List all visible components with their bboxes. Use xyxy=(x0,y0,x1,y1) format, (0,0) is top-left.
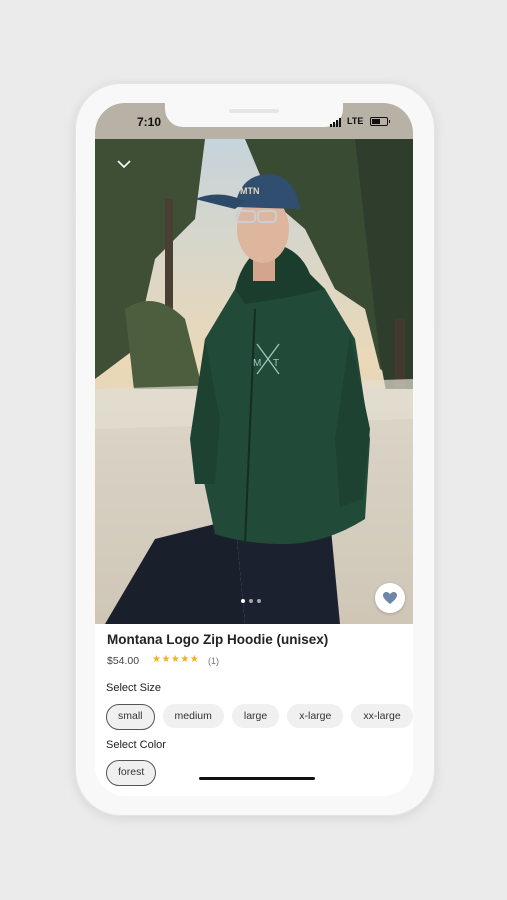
svg-text:MTN: MTN xyxy=(240,186,260,196)
power-button xyxy=(435,248,438,322)
carousel-dot[interactable] xyxy=(249,599,253,603)
size-option-medium[interactable]: medium xyxy=(162,704,224,728)
signal-icon xyxy=(330,118,341,127)
speaker xyxy=(229,109,279,113)
carousel-dot[interactable] xyxy=(257,599,261,603)
svg-text:T: T xyxy=(273,358,279,369)
size-option-xx-large[interactable]: xx-large xyxy=(351,704,413,728)
network-type: LTE xyxy=(347,116,364,126)
battery-icon xyxy=(370,117,390,126)
select-color-label: Select Color xyxy=(106,739,166,751)
status-time: 7:10 xyxy=(137,115,162,129)
size-options: small medium large x-large xx-large xyxy=(106,704,413,730)
hoodie-photo: M T MTN xyxy=(95,139,413,624)
status-bar: 7:10 LTE xyxy=(95,103,413,139)
size-option-large[interactable]: large xyxy=(231,704,280,728)
mute-switch xyxy=(72,193,75,219)
carousel-dot[interactable] xyxy=(241,599,245,603)
rating-stars[interactable]: ★★★★★ xyxy=(152,654,199,665)
carousel-dots xyxy=(241,599,261,603)
volume-down-button xyxy=(72,301,75,349)
color-options: forest xyxy=(106,760,157,786)
notch xyxy=(165,103,343,127)
size-option-x-large[interactable]: x-large xyxy=(287,704,344,728)
select-size-label: Select Size xyxy=(106,682,162,694)
chevron-down-icon[interactable] xyxy=(117,159,131,169)
product-price: $54.00 xyxy=(107,655,140,667)
app-screen: 7:10 LTE M T MTN Montana Logo Zip Hoodie… xyxy=(95,103,413,796)
volume-up-button xyxy=(72,243,75,291)
size-option-small[interactable]: small xyxy=(106,704,155,730)
color-option-forest[interactable]: forest xyxy=(106,760,157,786)
phone-frame: 7:10 LTE M T MTN Montana Logo Zip Hoodie… xyxy=(72,83,438,816)
review-count[interactable]: (1) xyxy=(208,656,219,666)
heart-icon xyxy=(383,592,397,604)
favorite-button[interactable] xyxy=(375,583,405,613)
product-image[interactable]: M T MTN xyxy=(95,139,413,624)
product-title: Montana Logo Zip Hoodie (unisex) xyxy=(107,632,329,647)
home-indicator[interactable] xyxy=(199,777,315,780)
svg-text:M: M xyxy=(253,358,261,369)
